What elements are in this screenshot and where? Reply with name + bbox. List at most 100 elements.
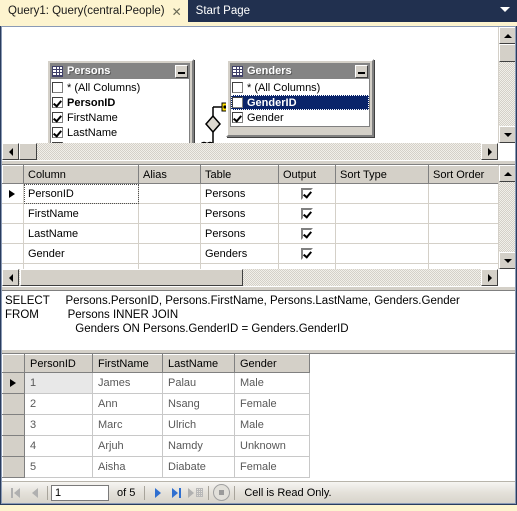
scroll-up-button[interactable]: [499, 27, 515, 44]
scroll-thumb[interactable]: [19, 143, 37, 160]
criteria-row[interactable]: PersonID Persons: [2, 183, 498, 204]
scroll-right-button[interactable]: [481, 143, 498, 160]
cell-alias[interactable]: [138, 243, 201, 264]
col-header-alias[interactable]: Alias: [138, 165, 201, 184]
output-checkbox[interactable]: [301, 187, 313, 200]
cell-table[interactable]: Genders: [200, 243, 279, 264]
cell-firstname[interactable]: James: [92, 372, 163, 394]
cell-firstname[interactable]: Ann: [92, 393, 163, 415]
field-row[interactable]: LastName: [51, 125, 189, 140]
previous-record-icon[interactable]: [25, 484, 44, 502]
cell-lastname[interactable]: Palau: [162, 372, 235, 394]
output-checkbox[interactable]: [301, 227, 313, 240]
field-row[interactable]: * (All Columns): [231, 80, 369, 95]
field-checkbox[interactable]: [52, 127, 63, 138]
tab-start-page[interactable]: Start Page: [188, 1, 256, 22]
cell-lastname[interactable]: Namdy: [162, 435, 235, 457]
cell-alias[interactable]: [138, 223, 201, 244]
cell-alias[interactable]: [138, 203, 201, 224]
cell-personid[interactable]: 2: [24, 393, 93, 415]
cell-sort-order[interactable]: [428, 223, 498, 244]
cell-lastname[interactable]: Diabate: [162, 456, 235, 478]
criteria-vertical-scrollbar[interactable]: [498, 165, 515, 269]
criteria-row[interactable]: LastName Persons: [2, 223, 498, 244]
row-header[interactable]: [2, 414, 25, 436]
col-header-output[interactable]: Output: [278, 165, 336, 184]
table-genders-header[interactable]: Genders: [230, 63, 370, 79]
cell-lastname[interactable]: Ulrich: [162, 414, 235, 436]
scroll-right-button[interactable]: [481, 269, 498, 286]
output-checkbox[interactable]: [301, 207, 313, 220]
field-row[interactable]: Gender: [231, 110, 369, 125]
cell-gender[interactable]: Male: [234, 414, 310, 436]
cell-personid[interactable]: 1: [24, 372, 93, 394]
field-row-selected[interactable]: GenderID: [231, 95, 369, 110]
criteria-grid[interactable]: Column Alias Table Output Sort Type Sort…: [2, 165, 498, 269]
sql-pane[interactable]: SELECT Persons.PersonID, Persons.FirstNa…: [2, 291, 515, 349]
table-row[interactable]: 2 Ann Nsang Female: [2, 393, 310, 415]
table-row[interactable]: 4 Arjuh Namdy Unknown: [2, 435, 310, 457]
cell-column[interactable]: PersonID: [23, 183, 139, 204]
criteria-row[interactable]: FirstName Persons: [2, 203, 498, 224]
field-checkbox[interactable]: [232, 112, 243, 123]
cell-output[interactable]: [278, 183, 336, 204]
row-header[interactable]: [2, 456, 25, 478]
results-col-personid[interactable]: PersonID: [24, 354, 93, 373]
cell-personid[interactable]: 5: [24, 456, 93, 478]
cell-firstname[interactable]: Marc: [92, 414, 163, 436]
cell-output[interactable]: [278, 243, 336, 264]
cell-lastname[interactable]: Nsang: [162, 393, 235, 415]
criteria-row[interactable]: Gender Genders: [2, 243, 498, 264]
cell-alias[interactable]: [138, 183, 201, 204]
cell-firstname[interactable]: Arjuh: [92, 435, 163, 457]
col-header-table[interactable]: Table: [200, 165, 279, 184]
table-row[interactable]: 3 Marc Ulrich Male: [2, 414, 310, 436]
scroll-track[interactable]: [19, 143, 481, 160]
field-checkbox[interactable]: [52, 82, 63, 93]
first-record-icon[interactable]: [6, 484, 25, 502]
cell-column[interactable]: FirstName: [23, 203, 139, 224]
cell-column[interactable]: Gender: [23, 243, 139, 264]
cell-personid[interactable]: 4: [24, 435, 93, 457]
stop-icon[interactable]: [212, 484, 231, 502]
cell-table[interactable]: Persons: [200, 223, 279, 244]
cell-sort-type[interactable]: [335, 223, 429, 244]
cell-sort-type[interactable]: [335, 183, 429, 204]
minimize-icon[interactable]: [175, 64, 188, 78]
scroll-thumb[interactable]: [20, 269, 243, 286]
close-icon[interactable]: ✕: [172, 6, 182, 18]
cell-table[interactable]: Persons: [200, 203, 279, 224]
cell-gender[interactable]: Unknown: [234, 435, 310, 457]
results-col-lastname[interactable]: LastName: [162, 354, 235, 373]
row-header-current[interactable]: [2, 183, 24, 204]
col-header-column[interactable]: Column: [23, 165, 139, 184]
chevron-down-icon[interactable]: [500, 7, 510, 12]
results-grid[interactable]: PersonID FirstName LastName Gender 1 Jam…: [2, 354, 310, 478]
field-row[interactable]: PersonID: [51, 95, 189, 110]
row-header[interactable]: [2, 435, 25, 457]
table-row[interactable]: 5 Aisha Diabate Female: [2, 456, 310, 478]
field-row[interactable]: FirstName: [51, 110, 189, 125]
cell-table[interactable]: Persons: [200, 183, 279, 204]
col-header-sort-type[interactable]: Sort Type: [335, 165, 429, 184]
field-row[interactable]: * (All Columns): [51, 80, 189, 95]
scroll-track[interactable]: [499, 182, 515, 252]
field-checkbox[interactable]: [232, 82, 243, 93]
diagram-canvas[interactable]: Persons * (All Columns) PersonID FirstNa…: [2, 27, 498, 160]
tab-query1[interactable]: Query1: Query(central.People) ✕: [0, 0, 188, 22]
field-checkbox[interactable]: [52, 97, 63, 108]
cell-gender[interactable]: Female: [234, 456, 310, 478]
last-record-icon[interactable]: [167, 484, 186, 502]
scroll-down-button[interactable]: [499, 252, 515, 269]
scroll-thumb[interactable]: [499, 44, 515, 62]
cell-column[interactable]: LastName: [23, 223, 139, 244]
field-checkbox[interactable]: [232, 97, 243, 108]
cell-output[interactable]: [278, 223, 336, 244]
diagram-vertical-scrollbar[interactable]: [498, 27, 515, 143]
cell-sort-order[interactable]: [428, 183, 498, 204]
diagram-table-genders[interactable]: Genders * (All Columns) GenderID Gender: [226, 59, 374, 137]
row-header[interactable]: [2, 393, 25, 415]
table-persons-header[interactable]: Persons: [50, 63, 190, 79]
row-header-current[interactable]: [2, 372, 25, 394]
scroll-up-button[interactable]: [499, 165, 515, 182]
